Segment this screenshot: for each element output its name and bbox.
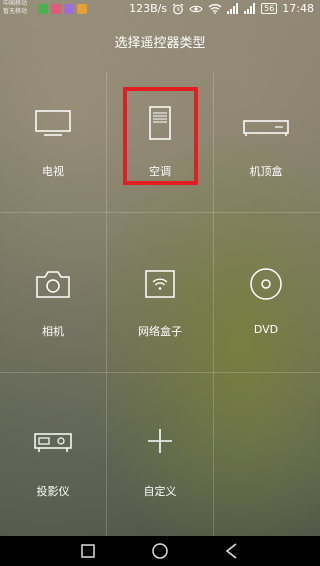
grid-divider (0, 212, 320, 213)
device-dvd[interactable]: DVD (213, 255, 319, 355)
network-box-icon (145, 270, 175, 298)
device-set-top-box[interactable]: 机顶盒 (213, 95, 319, 195)
device-projector[interactable]: 投影仪 (0, 415, 106, 515)
device-label: DVD (253, 323, 279, 336)
eye-icon (189, 5, 203, 12)
tv-icon (35, 110, 71, 136)
device-label: 自定义 (143, 485, 177, 498)
device-network-box[interactable]: 网络盒子 (107, 255, 213, 355)
notification-app-icon (77, 4, 87, 14)
device-label: 相机 (42, 325, 64, 338)
device-label: 投影仪 (36, 485, 70, 498)
carrier-info: 中国移动 暂无移动 (3, 0, 27, 16)
dvd-disc-icon (250, 268, 282, 300)
notification-app-icon (51, 4, 61, 14)
carrier-line-2: 暂无移动 (3, 8, 28, 15)
carrier-line-1: 中国移动 (3, 0, 28, 7)
home-icon[interactable] (151, 543, 169, 561)
recent-apps-icon[interactable] (80, 543, 96, 559)
clock: 17:48 (282, 2, 314, 15)
notification-icons (38, 4, 87, 14)
navigation-bar (0, 536, 320, 566)
device-camera[interactable]: 相机 (0, 255, 106, 355)
network-speed: 123B/s (129, 2, 168, 15)
page-title: 选择遥控器类型 (114, 36, 206, 51)
notification-app-icon (38, 4, 48, 14)
device-label: 网络盒子 (138, 325, 182, 338)
notification-app-icon (64, 4, 74, 14)
device-tv[interactable]: 电视 (0, 95, 106, 195)
signal-icon-2 (244, 3, 256, 14)
device-custom[interactable]: 自定义 (107, 415, 213, 515)
signal-icon (227, 3, 239, 14)
set-top-box-icon (243, 120, 289, 136)
grid-divider (0, 372, 320, 373)
back-icon[interactable] (224, 543, 240, 559)
selection-highlight (123, 87, 198, 185)
device-label: 机顶盒 (249, 165, 283, 178)
projector-icon (34, 433, 72, 452)
wifi-icon (208, 4, 222, 14)
device-label: 电视 (42, 165, 64, 178)
plus-icon (148, 429, 172, 453)
camera-icon (36, 271, 70, 298)
status-right: 123B/s 56 17:48 (129, 2, 314, 15)
status-bar: 中国移动 暂无移动 123B/s 56 17:48 (0, 0, 320, 18)
battery-icon: 56 (261, 3, 278, 14)
alarm-icon (172, 3, 184, 14)
